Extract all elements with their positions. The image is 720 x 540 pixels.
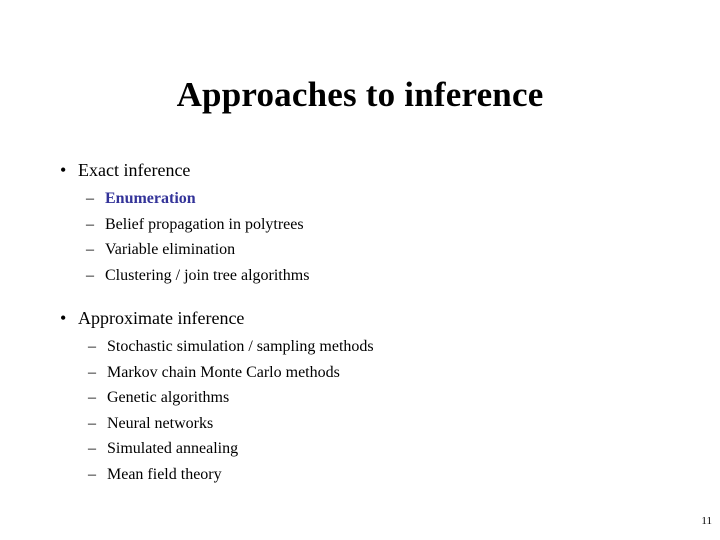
bullet-dash-icon: – <box>86 241 94 258</box>
bullet-level2-list: – Stochastic simulation / sampling metho… <box>0 334 720 487</box>
bullet-level2-label-enumeration: Enumeration <box>105 190 196 207</box>
bullet-dash-icon: – <box>88 389 96 406</box>
list-item: – Genetic algorithms <box>0 385 720 411</box>
bullet-group-exact-inference: • Exact inference – Enumeration – Belief… <box>0 158 720 288</box>
bullet-level2-label: Markov chain Monte Carlo methods <box>107 363 340 381</box>
bullet-level2-label: Stochastic simulation / sampling methods <box>107 338 374 355</box>
bullet-dash-icon: – <box>88 440 96 457</box>
bullet-level2-label: Clustering / join tree algorithms <box>105 266 310 284</box>
bullet-level2-list: – Enumeration – Belief propagation in po… <box>0 186 720 288</box>
bullet-level1-label: Approximate inference <box>78 308 245 328</box>
bullet-level2-label: Variable elimination <box>105 241 236 258</box>
list-item: – Mean field theory <box>0 462 720 488</box>
bullet-level1-exact-inference: • Exact inference <box>0 158 720 182</box>
bullet-level2-label: Belief propagation in polytrees <box>105 215 304 233</box>
list-item: – Neural networks <box>0 411 720 437</box>
bullet-level1-approximate-inference: • Approximate inference <box>0 306 720 330</box>
bullet-dash-icon: – <box>88 465 96 483</box>
bullet-dot-icon: • <box>60 308 67 328</box>
bullet-level2-label: Simulated annealing <box>107 440 239 457</box>
list-item: – Variable elimination <box>0 237 720 263</box>
bullet-level2-label: Neural networks <box>107 414 214 432</box>
bullet-level1-label: Exact inference <box>78 160 191 180</box>
bullet-dash-icon: – <box>88 414 96 432</box>
bullet-dash-icon: – <box>88 363 96 381</box>
list-item: – Clustering / join tree algorithms <box>0 263 720 289</box>
bullet-dash-icon: – <box>86 266 94 284</box>
bullet-group-approximate-inference: • Approximate inference – Stochastic sim… <box>0 306 720 487</box>
presentation-slide: Approaches to inference • Exact inferenc… <box>0 0 720 540</box>
list-item: – Markov chain Monte Carlo methods <box>0 360 720 386</box>
bullet-level2-label: Mean field theory <box>107 465 222 483</box>
list-item: – Simulated annealing <box>0 436 720 462</box>
page-number: 11 <box>701 515 712 527</box>
bullet-dash-icon: – <box>86 215 94 233</box>
page-title: Approaches to inference <box>176 75 544 114</box>
list-item: – Enumeration <box>0 186 720 212</box>
bullet-dot-icon: • <box>60 160 67 180</box>
list-item: – Stochastic simulation / sampling metho… <box>0 334 720 360</box>
bullet-dash-icon: – <box>86 190 94 207</box>
list-item: – Belief propagation in polytrees <box>0 212 720 238</box>
bullet-level2-label: Genetic algorithms <box>107 389 230 406</box>
slide-body: • Exact inference – Enumeration – Belief… <box>0 158 720 487</box>
bullet-dash-icon: – <box>88 338 96 355</box>
